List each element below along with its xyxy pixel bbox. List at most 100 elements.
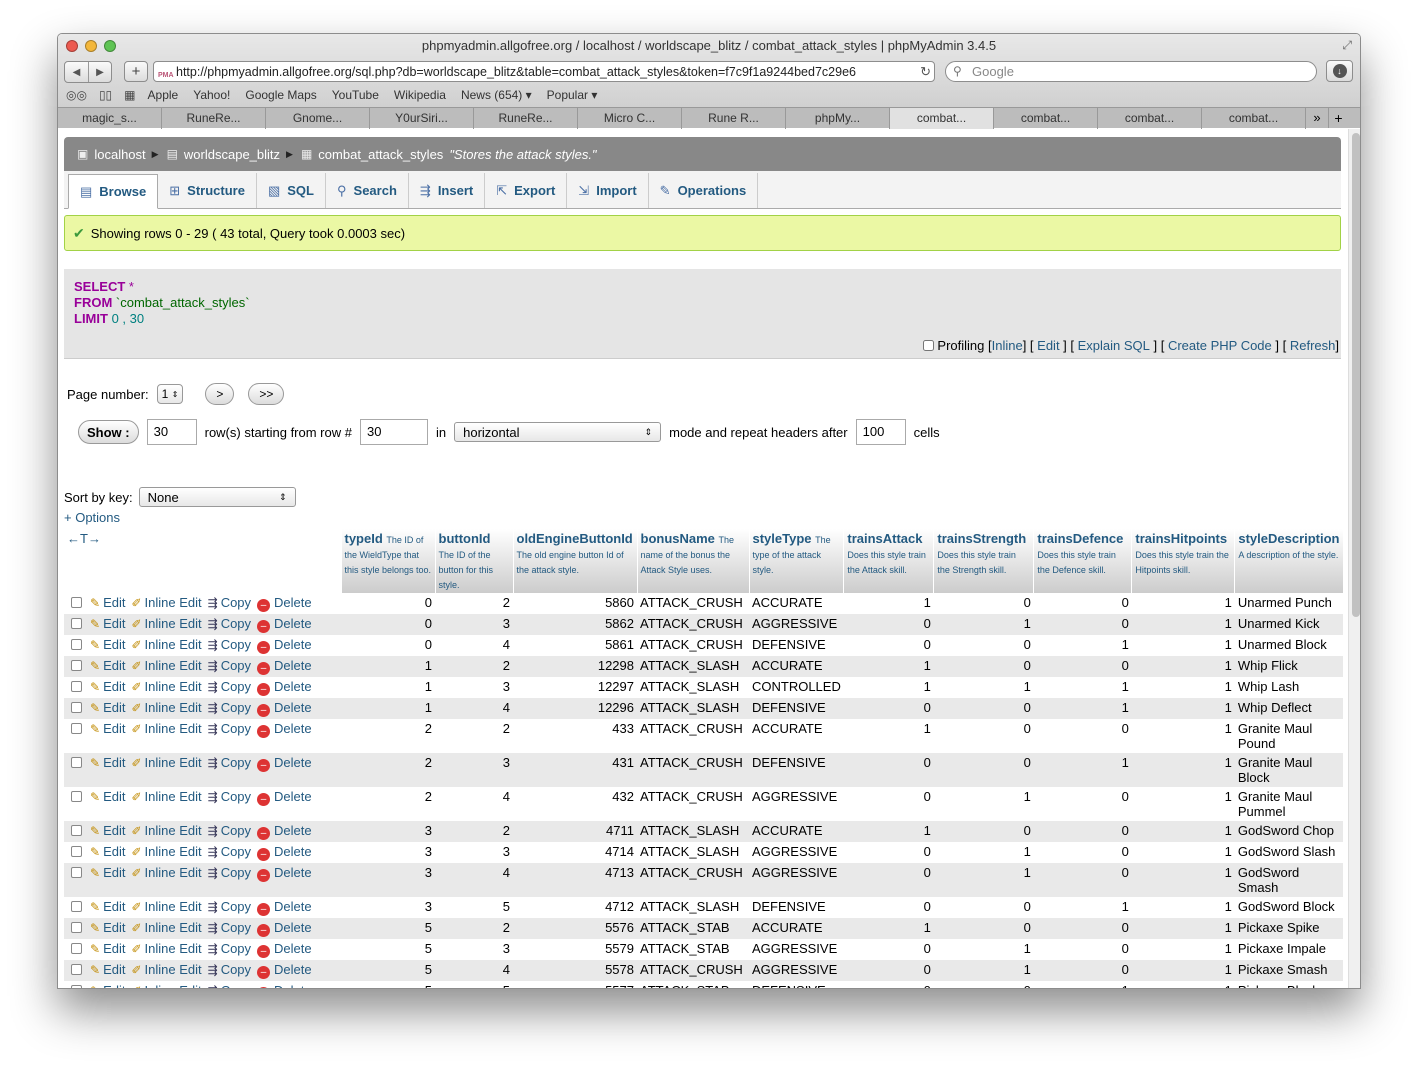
breadcrumb-database[interactable]: worldscape_blitz bbox=[184, 147, 280, 162]
cell-buttonid[interactable]: 2 bbox=[435, 593, 513, 614]
cell-trainsattack[interactable]: 1 bbox=[843, 821, 934, 842]
inline-edit-link[interactable]: ✐Inline Edit bbox=[131, 844, 201, 859]
row-checkbox[interactable] bbox=[71, 660, 82, 671]
delete-link[interactable]: –Delete bbox=[257, 595, 312, 612]
cell-oldenginebuttonid[interactable]: 5577 bbox=[513, 981, 637, 988]
row-checkbox[interactable] bbox=[71, 901, 82, 912]
cell-trainshitpoints[interactable]: 1 bbox=[1131, 787, 1235, 821]
cell-oldenginebuttonid[interactable]: 432 bbox=[513, 787, 637, 821]
inline-edit-link[interactable]: ✐Inline Edit bbox=[131, 983, 201, 988]
cell-trainsstrength[interactable]: 1 bbox=[933, 863, 1034, 897]
cell-buttonid[interactable]: 3 bbox=[435, 677, 513, 698]
cell-styledescription[interactable]: Pickaxe Spike bbox=[1234, 918, 1344, 939]
cell-styletype[interactable]: DEFENSIVE bbox=[749, 635, 844, 656]
cell-trainsdefence[interactable]: 0 bbox=[1033, 863, 1132, 897]
cell-styletype[interactable]: ACCURATE bbox=[749, 821, 844, 842]
edit-link[interactable]: ✎Edit bbox=[90, 595, 125, 610]
delete-link[interactable]: –Delete bbox=[257, 983, 312, 988]
cell-styledescription[interactable]: Pickaxe Block bbox=[1234, 981, 1344, 988]
browser-tab[interactable]: phpMy... bbox=[786, 108, 890, 129]
browser-tab[interactable]: Y0urSiri... bbox=[370, 108, 474, 129]
cell-styletype[interactable]: AGGRESSIVE bbox=[749, 960, 844, 981]
cell-oldenginebuttonid[interactable]: 5576 bbox=[513, 918, 637, 939]
cell-styledescription[interactable]: Granite Maul Pound bbox=[1234, 719, 1344, 753]
cell-styletype[interactable]: AGGRESSIVE bbox=[749, 939, 844, 960]
repeat-headers-input[interactable]: 100 bbox=[855, 419, 906, 445]
row-checkbox[interactable] bbox=[71, 681, 82, 692]
delete-link[interactable]: –Delete bbox=[257, 700, 312, 717]
cell-trainsattack[interactable]: 0 bbox=[843, 939, 934, 960]
bookmark-google-maps[interactable]: Google Maps bbox=[245, 88, 316, 102]
cell-oldenginebuttonid[interactable]: 4712 bbox=[513, 897, 637, 918]
copy-link[interactable]: ⇶Copy bbox=[208, 700, 251, 715]
cell-bonusname[interactable]: ATTACK_CRUSH bbox=[637, 635, 749, 656]
cell-trainsdefence[interactable]: 0 bbox=[1033, 656, 1132, 677]
row-checkbox[interactable] bbox=[71, 639, 82, 650]
bookmarks-book-icon[interactable]: ▯▯ bbox=[99, 88, 112, 102]
cell-trainsattack[interactable]: 0 bbox=[843, 614, 934, 635]
inline-edit-link[interactable]: ✐Inline Edit bbox=[131, 637, 201, 652]
cell-typeid[interactable]: 0 bbox=[341, 614, 435, 635]
copy-link[interactable]: ⇶Copy bbox=[208, 865, 251, 880]
delete-link[interactable]: –Delete bbox=[257, 616, 312, 633]
explain-sql-link[interactable]: Explain SQL bbox=[1078, 338, 1150, 353]
cell-trainsstrength[interactable]: 0 bbox=[933, 719, 1034, 753]
cell-trainsattack[interactable]: 0 bbox=[843, 960, 934, 981]
cell-styledescription[interactable]: Unarmed Block bbox=[1234, 635, 1344, 656]
column-arrows-icon[interactable]: ←T→ bbox=[67, 531, 101, 546]
row-checkbox[interactable] bbox=[71, 702, 82, 713]
bookmark-apple[interactable]: Apple bbox=[148, 88, 179, 102]
cell-buttonid[interactable]: 2 bbox=[435, 719, 513, 753]
copy-link[interactable]: ⇶Copy bbox=[208, 823, 251, 838]
row-checkbox[interactable] bbox=[71, 791, 82, 802]
cell-buttonid[interactable]: 3 bbox=[435, 753, 513, 787]
copy-link[interactable]: ⇶Copy bbox=[208, 920, 251, 935]
copy-link[interactable]: ⇶Copy bbox=[208, 721, 251, 736]
cell-styletype[interactable]: ACCURATE bbox=[749, 918, 844, 939]
breadcrumb-server[interactable]: localhost bbox=[94, 147, 145, 162]
cell-styledescription[interactable]: GodSword Smash bbox=[1234, 863, 1344, 897]
inline-edit-link[interactable]: ✐Inline Edit bbox=[131, 616, 201, 631]
cell-trainshitpoints[interactable]: 1 bbox=[1131, 821, 1235, 842]
cell-trainsstrength[interactable]: 1 bbox=[933, 787, 1034, 821]
cell-styledescription[interactable]: Granite Maul Block bbox=[1234, 753, 1344, 787]
inline-edit-link[interactable]: ✐Inline Edit bbox=[131, 721, 201, 736]
cell-styledescription[interactable]: Whip Lash bbox=[1234, 677, 1344, 698]
column-header-trainshitpoints[interactable]: trainsHitpoints Does this style train th… bbox=[1131, 529, 1236, 593]
inline-edit-link[interactable]: ✐Inline Edit bbox=[131, 595, 201, 610]
row-checkbox[interactable] bbox=[71, 846, 82, 857]
more-tabs-icon[interactable]: » bbox=[1306, 108, 1328, 128]
cell-typeid[interactable]: 5 bbox=[341, 960, 435, 981]
cell-trainsstrength[interactable]: 1 bbox=[933, 960, 1034, 981]
delete-link[interactable]: –Delete bbox=[257, 899, 312, 916]
cell-trainsstrength[interactable]: 1 bbox=[933, 614, 1034, 635]
cell-trainshitpoints[interactable]: 1 bbox=[1131, 960, 1235, 981]
cell-buttonid[interactable]: 3 bbox=[435, 939, 513, 960]
cell-bonusname[interactable]: ATTACK_SLASH bbox=[637, 698, 749, 719]
cell-buttonid[interactable]: 4 bbox=[435, 863, 513, 897]
inline-edit-link[interactable]: ✐Inline Edit bbox=[131, 962, 201, 977]
cell-styletype[interactable]: AGGRESSIVE bbox=[749, 863, 844, 897]
refresh-link[interactable]: Refresh bbox=[1290, 338, 1336, 353]
cell-oldenginebuttonid[interactable]: 5578 bbox=[513, 960, 637, 981]
edit-link[interactable]: ✎Edit bbox=[90, 920, 125, 935]
copy-link[interactable]: ⇶Copy bbox=[208, 844, 251, 859]
cell-styletype[interactable]: ACCURATE bbox=[749, 719, 844, 753]
cell-trainsstrength[interactable]: 0 bbox=[933, 656, 1034, 677]
row-checkbox[interactable] bbox=[71, 597, 82, 608]
cell-oldenginebuttonid[interactable]: 12297 bbox=[513, 677, 637, 698]
inline-edit-link[interactable]: ✐Inline Edit bbox=[131, 941, 201, 956]
cell-oldenginebuttonid[interactable]: 4714 bbox=[513, 842, 637, 863]
cell-trainshitpoints[interactable]: 1 bbox=[1131, 918, 1235, 939]
inline-link[interactable]: Inline bbox=[992, 338, 1023, 353]
cell-styledescription[interactable]: Unarmed Punch bbox=[1234, 593, 1344, 614]
browser-tab[interactable]: combat... bbox=[1202, 108, 1306, 129]
profiling-checkbox[interactable] bbox=[923, 340, 935, 351]
cell-bonusname[interactable]: ATTACK_SLASH bbox=[637, 821, 749, 842]
edit-link[interactable]: ✎Edit bbox=[90, 616, 125, 631]
cell-trainsattack[interactable]: 0 bbox=[843, 897, 934, 918]
scrollbar-thumb[interactable] bbox=[1352, 133, 1360, 617]
cell-typeid[interactable]: 3 bbox=[341, 842, 435, 863]
cell-typeid[interactable]: 2 bbox=[341, 719, 435, 753]
cell-buttonid[interactable]: 3 bbox=[435, 842, 513, 863]
